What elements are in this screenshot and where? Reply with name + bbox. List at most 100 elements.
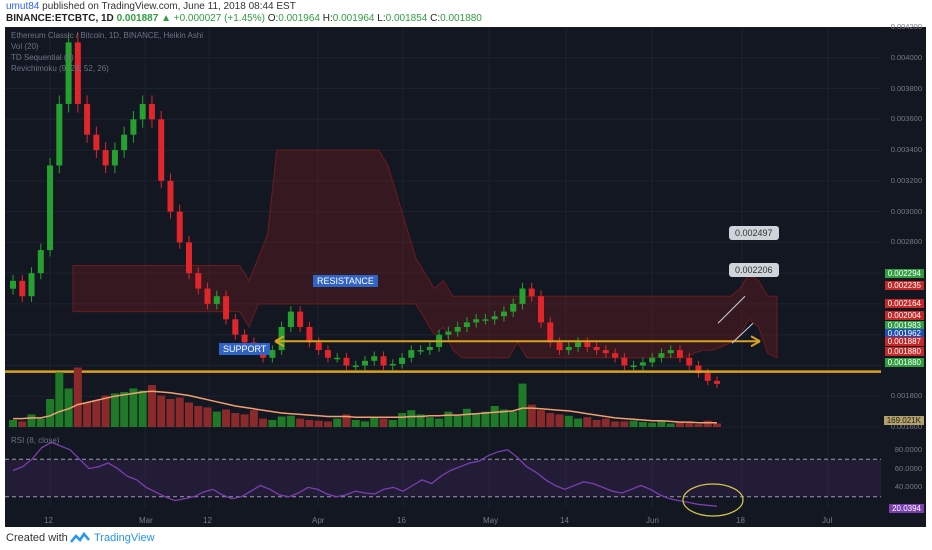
volume-bar [509,411,518,427]
chart-area[interactable]: Ethereum Classic / Bitcoin, 1D, BINANCE,… [5,22,926,527]
candle-body [714,380,720,384]
ohlc-line: BINANCE:ETCBTC, 1D 0.001887 ▲ +0.000027 … [6,13,482,24]
volume-bar [18,421,27,427]
candle-body [676,350,683,358]
candle-body [538,296,544,323]
time-tick-label: 18 [736,516,745,525]
price-tag: 0.002294 [884,269,924,278]
candle-body [602,350,609,354]
volume-bar [314,420,323,427]
volume-bar [694,424,703,427]
volume-bar [564,415,573,427]
price-callout-lower: 0.002206 [729,263,779,277]
candle-body [37,250,44,274]
candle-body [297,311,304,327]
volume-bar [351,420,360,427]
volume-bar [713,423,721,427]
rsi-value-tag: 20.0394 [889,504,924,513]
time-tick-label: 14 [560,516,569,525]
rsi-indicator-label: RSI (8, close) [11,436,60,445]
candle-body [334,357,341,360]
time-tick-label: 12 [203,516,212,525]
candle-body [426,347,433,351]
candle-body [649,357,656,363]
volume-bar [333,418,342,427]
time-tick-label: 12 [44,516,53,525]
price-tick-label: 0.003600 [890,114,922,124]
author-link[interactable]: umut84 [6,1,39,12]
volume-bar [453,415,462,427]
candle-body [575,342,582,347]
price-tick-label: 0.003800 [890,83,922,93]
candle-body [362,360,368,366]
tradingview-brand-link[interactable]: TradingView [94,532,155,544]
volume-bar [361,421,369,427]
candle-body [380,356,387,366]
series-title: Ethereum Classic / Bitcoin, 1D, BINANCE,… [11,31,204,40]
candle-body [130,119,137,135]
candle-body [102,150,109,166]
volume-bar [574,418,583,427]
candle-body [213,296,220,304]
candle-body [186,242,192,274]
volume-bar [379,418,388,427]
volume-bar [203,407,212,427]
open-label: O: [267,13,279,24]
created-with-text: Created with [6,532,68,544]
volume-bar [36,418,45,427]
candle-body [74,42,81,104]
candle-body [399,357,406,364]
volume-bar [101,395,110,427]
price-tick-label: 0.003400 [890,145,922,155]
support-label: SUPPORT [219,343,271,355]
volume-bar [648,422,657,427]
publish-line: umut84 published on TradingView.com, Jun… [6,1,296,12]
price-tag: 0.001887 [884,337,924,346]
candle-body [482,319,489,321]
volume-bar [175,397,184,427]
td-sequential-label: TD Sequential (0) [11,53,74,62]
low-value: 0.001854 [385,13,428,24]
candle-body [324,350,331,358]
candle-body [667,350,674,354]
price-tick-label: 0.001800 [890,391,922,401]
volume-bar [518,383,527,427]
volume-bar [444,411,453,427]
price-tag: 0.002164 [884,299,924,308]
time-tick-label: Jul [822,516,833,525]
volume-bar [110,393,119,427]
candle-body [371,356,378,361]
candle-body [65,42,72,104]
price-tag: 0.001880 [884,347,924,356]
candle-body [389,363,396,366]
time-tick-label: Mar [139,516,153,525]
volume-bar [323,421,332,427]
candle-body [704,373,711,381]
candle-body [547,322,554,343]
candle-body [556,342,563,351]
price-tag: 0.001880 [884,358,924,367]
volume-bar [138,390,147,427]
volume-bar [268,420,277,427]
candle-body [195,273,202,289]
candle-body [612,353,619,358]
price-tick-label: 0.003200 [890,175,922,185]
volume-bar [120,392,129,427]
candle-body [500,311,507,317]
footer: Created with TradingView [0,527,932,550]
candle-body [28,273,35,297]
rsi-tick-label: 80.0000 [894,444,922,454]
candle-body [343,357,350,366]
volume-bar [296,418,305,427]
candle-body [176,211,183,243]
price-tick-label: 0.004000 [890,52,922,62]
candle-body [639,362,646,366]
candle-body [315,342,322,351]
candle-body [593,347,600,351]
volume-bar [490,406,499,427]
tradingview-logo-icon [70,531,90,550]
chart-canvas[interactable] [5,27,926,527]
price-tick-label: 0.004200 [890,22,922,31]
candle-body [417,350,424,352]
rsi-tick-label: 40.0000 [894,482,922,492]
